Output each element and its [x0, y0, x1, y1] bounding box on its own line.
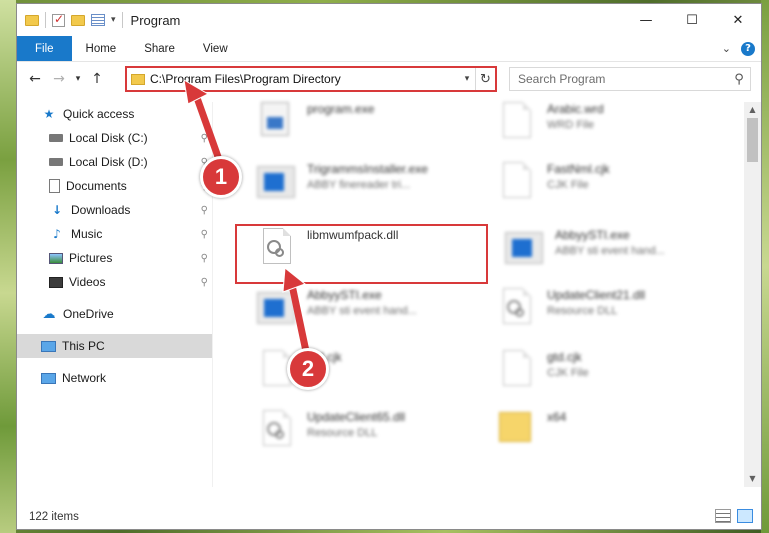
- step-2-badge: 2: [287, 348, 329, 390]
- annotation-arrows: [183, 79, 311, 360]
- arrow-step-2: [282, 267, 311, 360]
- step-1-badge: 1: [200, 156, 242, 198]
- arrow-step-1: [183, 79, 226, 172]
